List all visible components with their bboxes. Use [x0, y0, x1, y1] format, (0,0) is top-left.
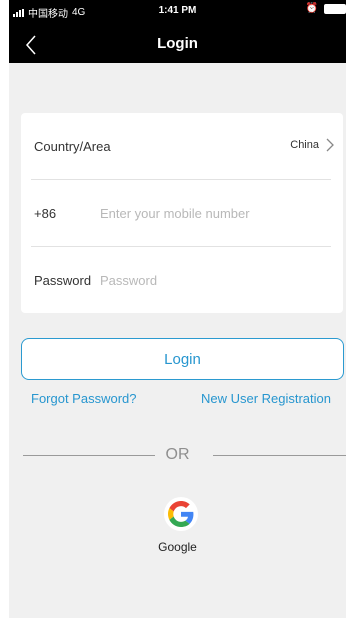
status-time: 1:41 PM: [158, 5, 197, 16]
google-label: Google: [158, 540, 197, 554]
top-bar: 中国移动 4G 1:41 PM ⏰ Login: [9, 0, 346, 63]
phone-prefix[interactable]: +86: [34, 206, 100, 221]
google-icon: [168, 501, 194, 527]
nav-bar: Login: [9, 26, 346, 62]
country-area-row[interactable]: Country/Area China: [21, 113, 343, 179]
login-screen: 中国移动 4G 1:41 PM ⏰ Login Country/Area Chi…: [9, 0, 346, 618]
battery-icon: [324, 4, 346, 14]
password-input[interactable]: Password: [100, 273, 157, 288]
forgot-password-link[interactable]: Forgot Password?: [31, 391, 137, 406]
alarm-icon: ⏰: [305, 3, 318, 14]
login-button[interactable]: Login: [21, 338, 344, 380]
chevron-right-icon: [326, 138, 334, 152]
register-link[interactable]: New User Registration: [201, 391, 331, 406]
divider-line-right: [213, 455, 346, 456]
google-login-button[interactable]: [164, 497, 198, 531]
country-selector[interactable]: China: [290, 137, 335, 153]
phone-row[interactable]: +86 Enter your mobile number: [21, 180, 343, 246]
password-label: Password: [34, 272, 92, 288]
page-title: Login: [157, 35, 198, 52]
login-form-card: Country/Area China +86 Enter your mobile…: [21, 113, 343, 313]
country-area-label: Country/Area: [34, 138, 111, 154]
country-value: China: [290, 139, 319, 151]
phone-input[interactable]: Enter your mobile number: [100, 206, 250, 221]
status-bar: 中国移动 4G 1:41 PM ⏰: [9, 0, 346, 20]
status-right: ⏰: [306, 4, 346, 14]
or-divider: OR: [9, 446, 346, 466]
password-row[interactable]: Password Password: [21, 247, 343, 313]
